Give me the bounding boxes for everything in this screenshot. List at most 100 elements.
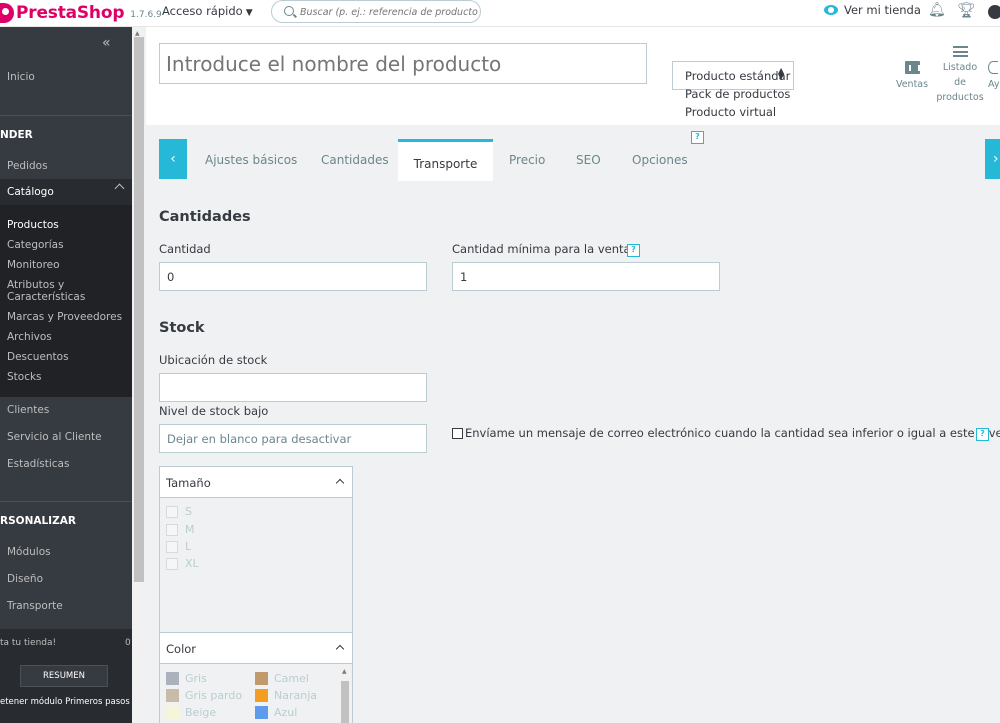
product-list-button[interactable]: Listado de productos xyxy=(934,46,986,105)
size-checkbox[interactable] xyxy=(166,523,178,536)
size-option-label: S xyxy=(185,505,192,518)
size-checkbox[interactable] xyxy=(166,557,178,570)
sidebar-item-design[interactable]: Diseño xyxy=(7,573,43,585)
sidebar-scrollbar-thumb[interactable] xyxy=(134,37,144,582)
help-icon[interactable]: ? xyxy=(627,244,640,257)
color-option[interactable]: Gris xyxy=(166,672,207,685)
sidebar-item-monitoring[interactable]: Monitoreo xyxy=(7,259,60,271)
top-bar: PrestaShop 1.7.6.9 Acceso rápido▼ Ver mi… xyxy=(0,0,1000,27)
color-option[interactable]: Azul xyxy=(255,706,297,719)
color-panel-header[interactable]: Color xyxy=(160,633,352,664)
sidebar-item-stats[interactable]: Estadísticas xyxy=(7,458,69,470)
product-type-select[interactable]: Producto estándar ▲ ▼ xyxy=(672,61,794,90)
chevron-right-icon: › xyxy=(993,151,999,167)
color-option-label: Beige xyxy=(185,706,217,719)
view-store-link[interactable]: Ver mi tienda xyxy=(824,3,921,17)
help-label: Ay xyxy=(988,79,1000,90)
sidebar-item-customer-service[interactable]: Servicio al Cliente xyxy=(7,431,102,443)
search-input[interactable] xyxy=(300,3,478,21)
low-stock-email-option[interactable]: Envíame un mensaje de correo electrónico… xyxy=(452,426,1000,440)
color-panel-scrollbar[interactable]: ▲ xyxy=(339,667,351,723)
color-panel-scrollbar-thumb[interactable] xyxy=(341,681,349,723)
prestashop-logo[interactable]: PrestaShop 1.7.6.9 xyxy=(0,2,162,24)
sales-label: Ventas xyxy=(895,79,929,90)
help-icon[interactable]: ? xyxy=(976,428,989,441)
stock-location-input[interactable] xyxy=(159,373,427,402)
product-name-input[interactable] xyxy=(159,43,647,84)
size-panel-header[interactable]: Tamaño xyxy=(160,467,352,498)
resumen-button[interactable]: RESUMEN xyxy=(20,665,108,687)
size-option-label: L xyxy=(185,540,192,553)
notifications-bell-icon[interactable]: 🔔︎ xyxy=(928,2,946,18)
product-type-option-virtual[interactable]: Producto virtual xyxy=(685,105,776,119)
color-option[interactable]: Gris pardo xyxy=(166,689,242,702)
min-quantity-input[interactable] xyxy=(452,262,720,291)
color-option-label: Azul xyxy=(274,706,298,719)
help-button[interactable]: Ay xyxy=(988,61,1000,92)
list-icon xyxy=(952,46,968,57)
sidebar-item-attributes[interactable]: Atributos y Características xyxy=(7,279,85,303)
tab-shipping[interactable]: Transporte xyxy=(398,139,493,181)
tab-basic-settings[interactable]: Ajustes básicos xyxy=(205,139,297,181)
tab-quantities[interactable]: Cantidades xyxy=(321,139,389,181)
chevron-left-icon: ‹ xyxy=(170,151,176,167)
scroll-up-arrow-icon[interactable]: ▲ xyxy=(342,668,347,675)
tab-options[interactable]: Opciones xyxy=(632,139,688,181)
help-icon[interactable]: ? xyxy=(691,131,704,144)
sidebar-item-catalog[interactable]: Catálogo xyxy=(0,179,132,205)
sidebar-item-products[interactable]: Productos xyxy=(7,219,59,231)
size-option-label: M xyxy=(185,523,195,536)
help-circle-icon xyxy=(988,61,998,74)
product-type-option-pack[interactable]: Pack de productos xyxy=(685,87,790,101)
chevron-up-icon xyxy=(335,644,345,654)
size-attribute-panel: Tamaño S M L XL xyxy=(159,466,353,634)
size-option-m[interactable]: M xyxy=(166,523,195,536)
quantity-input[interactable] xyxy=(159,262,427,291)
tabs-next-button[interactable]: › xyxy=(985,139,1000,179)
scroll-up-arrow-icon[interactable]: ▲ xyxy=(135,30,140,37)
sidebar-item-categories[interactable]: Categorías xyxy=(7,239,64,251)
size-option-l[interactable]: L xyxy=(166,540,191,553)
sidebar-divider xyxy=(0,115,132,116)
version-label: 1.7.6.9 xyxy=(130,9,162,20)
size-checkbox[interactable] xyxy=(166,540,178,553)
sidebar-divider xyxy=(0,501,132,502)
sidebar-item-customers[interactable]: Clientes xyxy=(7,404,49,416)
sidebar-item-files[interactable]: Archivos xyxy=(7,331,52,343)
color-option[interactable]: Naranja xyxy=(255,689,317,702)
stock-location-label: Ubicación de stock xyxy=(159,353,268,367)
chevron-up-icon xyxy=(335,478,345,488)
color-swatch xyxy=(255,672,268,685)
sidebar-item-modules[interactable]: Módulos xyxy=(7,546,51,558)
quick-access-dropdown[interactable]: Acceso rápido ▼ xyxy=(162,4,253,18)
low-stock-label: Nivel de stock bajo xyxy=(159,404,269,418)
low-stock-email-checkbox[interactable] xyxy=(452,427,463,439)
trophy-icon[interactable]: 🏆︎ xyxy=(957,1,976,19)
sidebar-item-discounts[interactable]: Descuentos xyxy=(7,351,69,363)
color-swatch xyxy=(166,672,179,685)
eye-icon xyxy=(824,5,838,15)
sidebar-item-brands[interactable]: Marcas y Proveedores xyxy=(7,311,122,323)
low-stock-input[interactable] xyxy=(159,424,427,453)
tab-seo[interactable]: SEO xyxy=(576,139,601,181)
search-box xyxy=(271,0,481,23)
sales-button[interactable]: Ventas xyxy=(892,61,932,92)
sidebar-item-stocks[interactable]: Stocks xyxy=(7,371,42,383)
caret-down-icon: ▼ xyxy=(245,8,253,18)
size-checkbox[interactable] xyxy=(166,505,178,518)
sidebar-item-shipping[interactable]: Transporte xyxy=(7,600,63,612)
sidebar-section-sell: NDER xyxy=(0,129,33,141)
color-option[interactable]: Camel xyxy=(255,672,309,685)
tab-price[interactable]: Precio xyxy=(509,139,545,181)
stop-onboarding-link[interactable]: etener módulo Primeros pasos xyxy=(0,697,130,707)
sidebar-item-orders[interactable]: Pedidos xyxy=(7,160,48,172)
sidebar-item-home[interactable]: Inicio xyxy=(7,71,35,83)
collapse-menu-icon[interactable]: « xyxy=(102,35,111,51)
tabs-prev-button[interactable]: ‹ xyxy=(159,139,187,179)
employee-avatar[interactable] xyxy=(988,5,1000,19)
size-option-xl[interactable]: XL xyxy=(166,557,199,570)
color-option[interactable]: Beige xyxy=(166,706,216,719)
sidebar-item-attributes-line1: Atributos y xyxy=(7,279,65,291)
size-option-s[interactable]: S xyxy=(166,505,192,518)
search-icon[interactable] xyxy=(284,6,294,16)
